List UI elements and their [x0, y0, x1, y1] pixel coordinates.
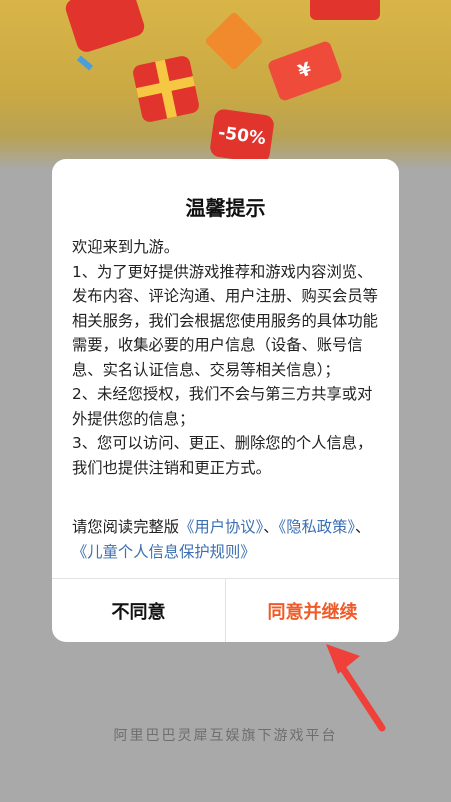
agree-continue-button[interactable]: 同意并继续	[226, 579, 399, 642]
footer-tagline: 阿里巴巴灵犀互娱旗下游戏平台	[113, 728, 338, 744]
privacy-dialog: 温馨提示 欢迎来到九游。 1、为了更好提供游戏推荐和游戏内容浏览、发布内容、评论…	[52, 159, 399, 642]
discount-coupon-icon: -50%	[208, 108, 276, 164]
paragraph-3: 3、您可以访问、更正、删除您的个人信息，我们也提供注销和更正方式。	[72, 434, 373, 477]
pointer-arrow-icon	[326, 644, 386, 732]
gift-box-icon	[131, 54, 201, 124]
separator: 、	[355, 518, 371, 536]
separator: 、	[263, 518, 279, 536]
read-prefix: 请您阅读完整版	[72, 518, 180, 536]
privacy-policy-link[interactable]: 《隐私政策》	[279, 518, 355, 536]
dialog-title: 温馨提示	[185, 196, 266, 220]
gift-box-icon	[63, 0, 147, 55]
children-privacy-link[interactable]: 《儿童个人信息保护规则》	[72, 543, 256, 561]
paragraph-1: 1、为了更好提供游戏推荐和游戏内容浏览、发布内容、评论沟通、用户注册、购买会员等…	[72, 262, 378, 379]
diamond-icon	[204, 11, 264, 71]
dialog-body: 欢迎来到九游。 1、为了更好提供游戏推荐和游戏内容浏览、发布内容、评论沟通、用户…	[72, 235, 380, 480]
paragraph-welcome: 欢迎来到九游。	[72, 238, 180, 256]
user-agreement-link[interactable]: 《用户协议》	[179, 518, 263, 536]
red-envelope-icon	[310, 0, 380, 20]
disagree-button[interactable]: 不同意	[52, 579, 225, 642]
paragraph-2: 2、未经您授权，我们不会与第三方共享或对外提供您的信息；	[72, 385, 373, 428]
promo-banner-background: ¥ -50%	[0, 0, 451, 170]
agreement-links: 请您阅读完整版《用户协议》、《隐私政策》、《儿童个人信息保护规则》	[72, 515, 380, 564]
confetti-icon	[76, 55, 94, 71]
yuan-ticket-icon: ¥	[266, 39, 344, 103]
